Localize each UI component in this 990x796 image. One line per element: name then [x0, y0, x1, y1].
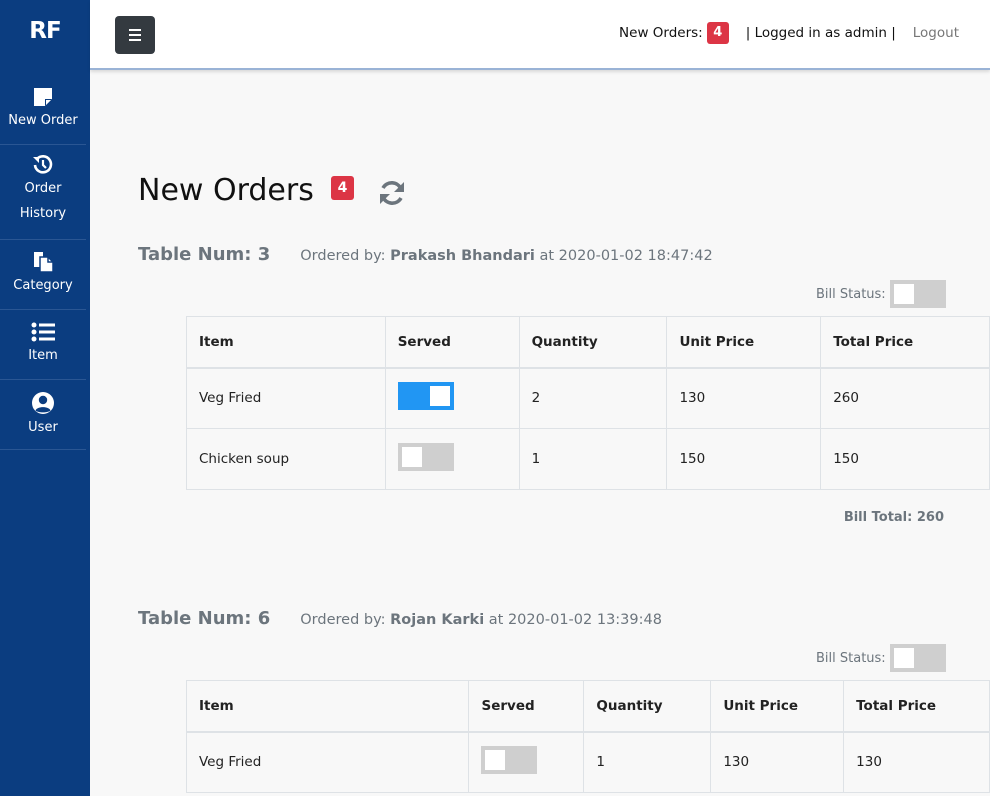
order-time: at 2020-01-02 18:47:42 [539, 248, 713, 264]
served-toggle[interactable] [397, 382, 454, 411]
table-number: Table Num: 3 [138, 244, 271, 265]
item-name: Veg Fried [185, 731, 470, 793]
column-header-total-price: Total Price [820, 316, 990, 369]
served-cell [384, 428, 520, 490]
item-name: Veg Fried [186, 367, 386, 429]
column-header-quantity: Quantity [518, 316, 668, 369]
toggle-knob [485, 750, 506, 771]
new-orders-badge: 4 [706, 22, 729, 44]
sidebar-item-label: New Order [8, 113, 78, 128]
column-header-unit-price: Unit Price [710, 680, 845, 733]
total-price: 150 [820, 428, 990, 490]
bill-status-label: Bill Status: [816, 286, 886, 302]
item-name: Chicken soup [186, 428, 386, 490]
menu-toggle-button[interactable] [115, 16, 155, 54]
navbar-status: New Orders: 4 | Logged in as admin | Log… [619, 22, 959, 44]
history-icon [33, 155, 53, 174]
served-cell [468, 731, 585, 793]
bill-total: Bill Total: 260 [843, 510, 944, 525]
copy-icon [34, 252, 54, 273]
toggle-knob [893, 284, 914, 304]
order-header: Table Num: 3 Ordered by: Prakash Bhandar… [138, 244, 713, 265]
bill-status: Bill Status: [816, 644, 946, 672]
quantity: 1 [583, 731, 712, 793]
table-header-row: Item Served Quantity Unit Price Total Pr… [185, 680, 990, 733]
bill-status-toggle[interactable] [889, 280, 946, 308]
table-row: Chicken soup 1 150 150 [186, 428, 990, 490]
sidebar-item-category[interactable]: Category [0, 240, 86, 310]
unit-price: 150 [666, 428, 822, 490]
table-header-row: Item Served Quantity Unit Price Total Pr… [186, 316, 990, 369]
sidebar-item-label: User [28, 420, 58, 435]
served-toggle[interactable] [481, 746, 538, 775]
served-cell [384, 367, 520, 429]
logged-in-text: | Logged in as admin | [745, 25, 896, 41]
ordered-by: Ordered by: Prakash Bhandari at 2020-01-… [300, 248, 712, 264]
app-logo[interactable]: RF [0, 18, 90, 44]
total-price: 130 [843, 731, 990, 793]
sidebar-item-label-line2: History [19, 206, 67, 221]
user-circle-icon [32, 392, 54, 414]
toggle-knob [429, 386, 450, 407]
sidebar-item-order-history[interactable]: Order History [0, 145, 86, 240]
column-header-item: Item [185, 680, 470, 733]
toggle-knob [401, 447, 422, 467]
bill-status: Bill Status: [816, 280, 946, 308]
sidebar-item-label: Item [28, 348, 58, 363]
total-price: 260 [820, 367, 990, 429]
ordered-by: Ordered by: Rojan Karki at 2020-01-02 13… [300, 612, 662, 628]
ordered-by-label: Ordered by: [300, 612, 386, 628]
served-toggle[interactable] [397, 443, 454, 471]
column-header-served: Served [468, 680, 585, 733]
toggle-knob [893, 648, 914, 668]
quantity: 2 [518, 367, 668, 429]
menu-icon [129, 29, 141, 31]
column-header-unit-price: Unit Price [666, 316, 822, 369]
menu-icon [129, 34, 141, 36]
bill-status-label: Bill Status: [816, 650, 886, 666]
order-header: Table Num: 6 Ordered by: Rojan Karki at … [138, 608, 662, 629]
table-row: Veg Fried 1 130 130 [185, 731, 990, 793]
customer-name: Prakash Bhandari [390, 248, 535, 264]
page-title: New Orders [138, 173, 314, 208]
column-header-total-price: Total Price [843, 680, 990, 733]
sidebar-item-user[interactable]: User [0, 380, 86, 450]
table-number: Table Num: 6 [138, 608, 271, 629]
ordered-by-label: Ordered by: [300, 248, 386, 264]
orders-count-badge: 4 [331, 176, 354, 200]
table-row: Veg Fried 2 130 260 [186, 367, 990, 429]
quantity: 1 [518, 428, 668, 490]
customer-name: Rojan Karki [390, 612, 485, 628]
bill-status-toggle[interactable] [889, 644, 946, 672]
order-time: at 2020-01-02 13:39:48 [488, 612, 662, 628]
menu-icon [129, 39, 141, 41]
column-header-served: Served [384, 316, 520, 369]
unit-price: 130 [710, 731, 845, 793]
sidebar: RF New Order Order History Category Item… [0, 0, 90, 796]
sidebar-item-new-order[interactable]: New Order [0, 75, 86, 145]
order-items-table: Item Served Quantity Unit Price Total Pr… [186, 316, 990, 490]
refresh-icon[interactable] [377, 178, 407, 208]
logout-link[interactable]: Logout [913, 25, 959, 41]
top-navbar: New Orders: 4 | Logged in as admin | Log… [90, 0, 990, 70]
sidebar-item-item[interactable]: Item [0, 310, 86, 380]
sidebar-nav: New Order Order History Category Item Us… [0, 75, 90, 450]
sidebar-item-label: Category [13, 278, 73, 293]
column-header-item: Item [186, 316, 386, 369]
sticky-note-icon [34, 88, 52, 106]
new-orders-label: New Orders: [619, 25, 703, 41]
order-items-table: Item Served Quantity Unit Price Total Pr… [185, 680, 990, 793]
column-header-quantity: Quantity [583, 680, 712, 733]
unit-price: 130 [666, 367, 822, 429]
sidebar-item-label-line1: Order [24, 181, 62, 196]
list-icon [31, 322, 55, 342]
